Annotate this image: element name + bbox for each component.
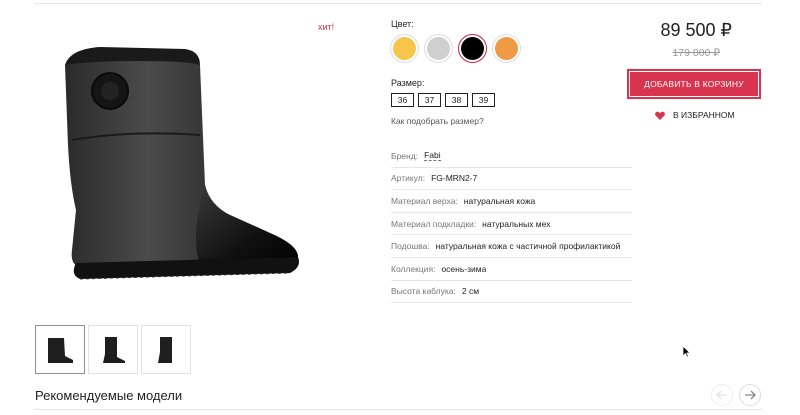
swatch-orange-fill [495, 37, 518, 60]
swatch-black-fill [461, 37, 484, 60]
size-option[interactable]: 39 [472, 93, 495, 107]
spec-row: Материал подкладки: натуральных мех [391, 213, 632, 236]
spec-row: Подошва: натуральная кожа с частичной про… [391, 235, 632, 258]
arrow-right-icon [745, 390, 756, 400]
spec-value: натуральных мех [482, 218, 551, 229]
spec-row: Коллекция: осень-зима [391, 258, 632, 281]
old-price: 179 000 ₽ [672, 47, 720, 59]
spec-row: Высота каблука: 2 см [391, 281, 632, 304]
thumbnail-1[interactable] [35, 325, 85, 374]
spec-key: Подошва: [391, 241, 430, 252]
product-main-image[interactable] [40, 35, 330, 295]
swatch-yellow[interactable] [390, 34, 419, 63]
size-label: Размер: [391, 78, 425, 88]
color-label: Цвет: [391, 19, 414, 29]
arrow-left-icon [716, 390, 727, 400]
spec-value: FG-MRN2-7 [431, 173, 478, 184]
spec-key: Артикул: [391, 173, 426, 184]
size-option[interactable]: 36 [391, 93, 414, 107]
hit-badge: хит! [318, 22, 335, 32]
mouse-cursor-icon [682, 345, 691, 358]
spec-row: Бренд: Fabi [391, 145, 632, 168]
favorite-button[interactable]: В ИЗБРАННОМ [655, 110, 735, 120]
spec-value: натуральная кожа [463, 195, 536, 206]
spec-value: натуральная кожа с частичной профилактик… [435, 241, 621, 252]
recommended-title: Рекомендуемые модели [35, 388, 183, 403]
size-option[interactable]: 38 [445, 93, 468, 107]
spec-value: осень-зима [441, 263, 487, 274]
swatch-gray-fill [427, 37, 450, 60]
spec-key: Бренд: [391, 150, 419, 161]
bottom-divider [34, 409, 762, 410]
current-price: 89 500 ₽ [660, 20, 732, 40]
spec-value: 2 см [461, 286, 480, 297]
spec-key: Коллекция: [391, 263, 436, 274]
thumbnail-2[interactable] [88, 325, 138, 374]
brand-link[interactable]: Fabi [424, 150, 441, 162]
thumbnail-3[interactable] [141, 325, 191, 374]
recommended-next-button[interactable] [739, 384, 761, 406]
spec-key: Высота каблука: [391, 286, 456, 297]
size-option[interactable]: 37 [418, 93, 441, 107]
swatch-gray[interactable] [424, 34, 453, 63]
swatch-black[interactable] [458, 34, 487, 63]
heart-icon [655, 111, 665, 120]
size-guide-link[interactable]: Как подобрать размер? [391, 116, 484, 126]
swatch-yellow-fill [393, 37, 416, 60]
product-specs: Бренд: Fabi Артикул: FG-MRN2-7 Материал ве… [391, 145, 632, 304]
spec-row: Артикул: FG-MRN2-7 [391, 168, 632, 191]
spec-key: Материал подкладки: [391, 218, 477, 229]
add-to-cart-button[interactable]: Добавить в корзину [627, 69, 761, 99]
thumbnail-strip [35, 325, 191, 374]
recommended-prev-button[interactable] [711, 384, 733, 406]
spec-key: Материал верха: [391, 195, 458, 206]
spec-row: Материал верха: натуральная кожа [391, 190, 632, 213]
swatch-orange[interactable] [492, 34, 521, 63]
size-options: 36 37 38 39 [391, 93, 495, 107]
top-divider [34, 3, 762, 4]
color-swatches [390, 34, 521, 63]
favorite-label: В ИЗБРАННОМ [673, 110, 735, 120]
